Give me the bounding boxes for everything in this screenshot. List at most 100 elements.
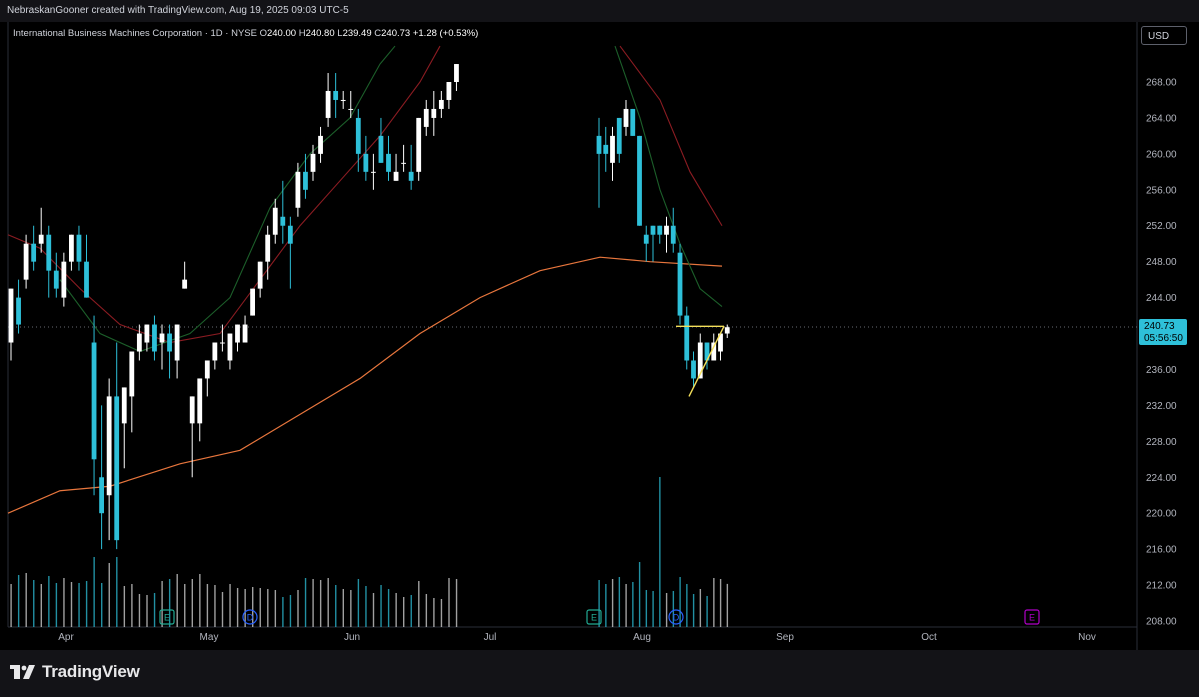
- candle-body: [31, 243, 37, 262]
- candle-body: [454, 64, 459, 82]
- volume-bar: [645, 590, 648, 627]
- time-tick-label: May: [200, 632, 219, 643]
- volume-bar: [184, 584, 186, 627]
- candle-body: [76, 234, 82, 262]
- volume-bar: [229, 584, 231, 627]
- volume-bar: [380, 585, 382, 627]
- candle-body: [431, 108, 437, 118]
- price-tick-label: 232.00: [1146, 401, 1177, 412]
- volume-bar: [598, 580, 600, 627]
- price-tick-label: 244.00: [1146, 293, 1177, 304]
- volume-bar: [365, 586, 367, 627]
- candle-body: [204, 360, 210, 379]
- volume-bar: [312, 579, 314, 627]
- volume-bar: [25, 573, 27, 627]
- price-chart[interactable]: 208.00 212.00 216.00 220.00 224.00 228.00 232.…: [0, 22, 1199, 650]
- volume-bar: [327, 578, 329, 627]
- volume-bar: [659, 477, 661, 627]
- candle-body: [333, 90, 339, 100]
- price-tick-label: 224.00: [1146, 473, 1177, 484]
- time-tick-label: Jun: [344, 632, 360, 643]
- candle-body: [446, 82, 452, 100]
- candle-body: [670, 225, 676, 244]
- price-tick-label: 220.00: [1146, 509, 1177, 520]
- volume-bar: [259, 588, 261, 627]
- candle-body: [438, 99, 444, 109]
- volume-bar: [161, 581, 163, 627]
- candle-body: [272, 207, 278, 235]
- candle-body: [401, 162, 406, 164]
- candle-body: [129, 351, 135, 397]
- legend-high: 240.80: [305, 28, 335, 39]
- candle-body: [650, 225, 656, 235]
- tradingview-logo-icon: [10, 665, 35, 679]
- volume-bar: [692, 594, 695, 627]
- candle-body: [724, 327, 730, 334]
- candle-body: [189, 396, 195, 424]
- volume-bar: [304, 578, 307, 627]
- candle-body: [159, 333, 165, 343]
- candle-body: [664, 225, 669, 235]
- tradingview-logo[interactable]: TradingView: [10, 662, 140, 682]
- candle-body: [16, 297, 21, 325]
- currency-button[interactable]: USD: [1141, 26, 1187, 45]
- time-tick-label: Aug: [633, 632, 651, 643]
- price-tick-label: 260.00: [1146, 149, 1177, 160]
- volume-bar: [199, 574, 201, 627]
- volume-bar: [176, 574, 178, 627]
- price-tick-label: 248.00: [1146, 257, 1177, 268]
- candle-body: [84, 261, 89, 298]
- candle-body: [152, 324, 157, 352]
- price-tick-label: 268.00: [1146, 78, 1177, 89]
- time-tick-label: Nov: [1078, 632, 1096, 643]
- attribution-text: NebraskanGooner created with TradingView…: [7, 5, 349, 16]
- volume-bar: [418, 581, 420, 627]
- volume-bar: [395, 593, 397, 627]
- candle-body: [167, 333, 172, 352]
- volume-bar: [425, 594, 428, 627]
- volume-bar: [214, 585, 216, 627]
- volume-bar: [236, 588, 239, 627]
- candle-body: [378, 135, 384, 163]
- volume-bar: [618, 577, 621, 627]
- candle-body: [310, 153, 316, 172]
- volume-bar: [10, 584, 12, 627]
- candle-body: [242, 324, 248, 343]
- candle-body: [325, 90, 331, 118]
- volume-bar: [372, 593, 375, 627]
- volume-bar: [282, 597, 284, 627]
- volume-bar: [342, 589, 344, 627]
- brand-name: TradingView: [42, 662, 140, 681]
- volume-bar: [85, 581, 88, 627]
- volume-bar: [726, 583, 729, 627]
- legend-symbol: International Business Machines Corporat…: [13, 28, 257, 39]
- price-tick-label: 212.00: [1146, 581, 1177, 592]
- candle-body: [265, 234, 271, 262]
- time-tick-label: Jul: [484, 632, 497, 643]
- volume-bar: [267, 589, 269, 627]
- volume-bar: [605, 584, 607, 627]
- volume-bar: [146, 595, 148, 627]
- volume-bar: [131, 584, 133, 627]
- volume-bar: [440, 599, 443, 627]
- volume-bar: [153, 593, 156, 627]
- candle-body: [136, 333, 142, 352]
- candle-body: [596, 135, 602, 154]
- dividend-event-marker-label: D: [673, 613, 680, 623]
- candle-body: [408, 171, 414, 181]
- candle-body: [99, 477, 104, 514]
- candle-body: [303, 171, 308, 190]
- volume-bar: [297, 590, 299, 627]
- candle-body: [616, 117, 622, 154]
- volume-bar: [403, 597, 405, 627]
- candle-body: [355, 117, 361, 154]
- candle-body: [212, 342, 218, 361]
- candle-body: [643, 234, 649, 244]
- volume-bar: [357, 579, 360, 627]
- candle-body: [280, 216, 286, 226]
- earnings-event-marker-label: E: [591, 613, 597, 623]
- volume-bar: [387, 589, 390, 627]
- volume-bar: [611, 579, 614, 627]
- dividend-event-marker-label: D: [247, 613, 254, 623]
- volume-bar: [191, 579, 193, 627]
